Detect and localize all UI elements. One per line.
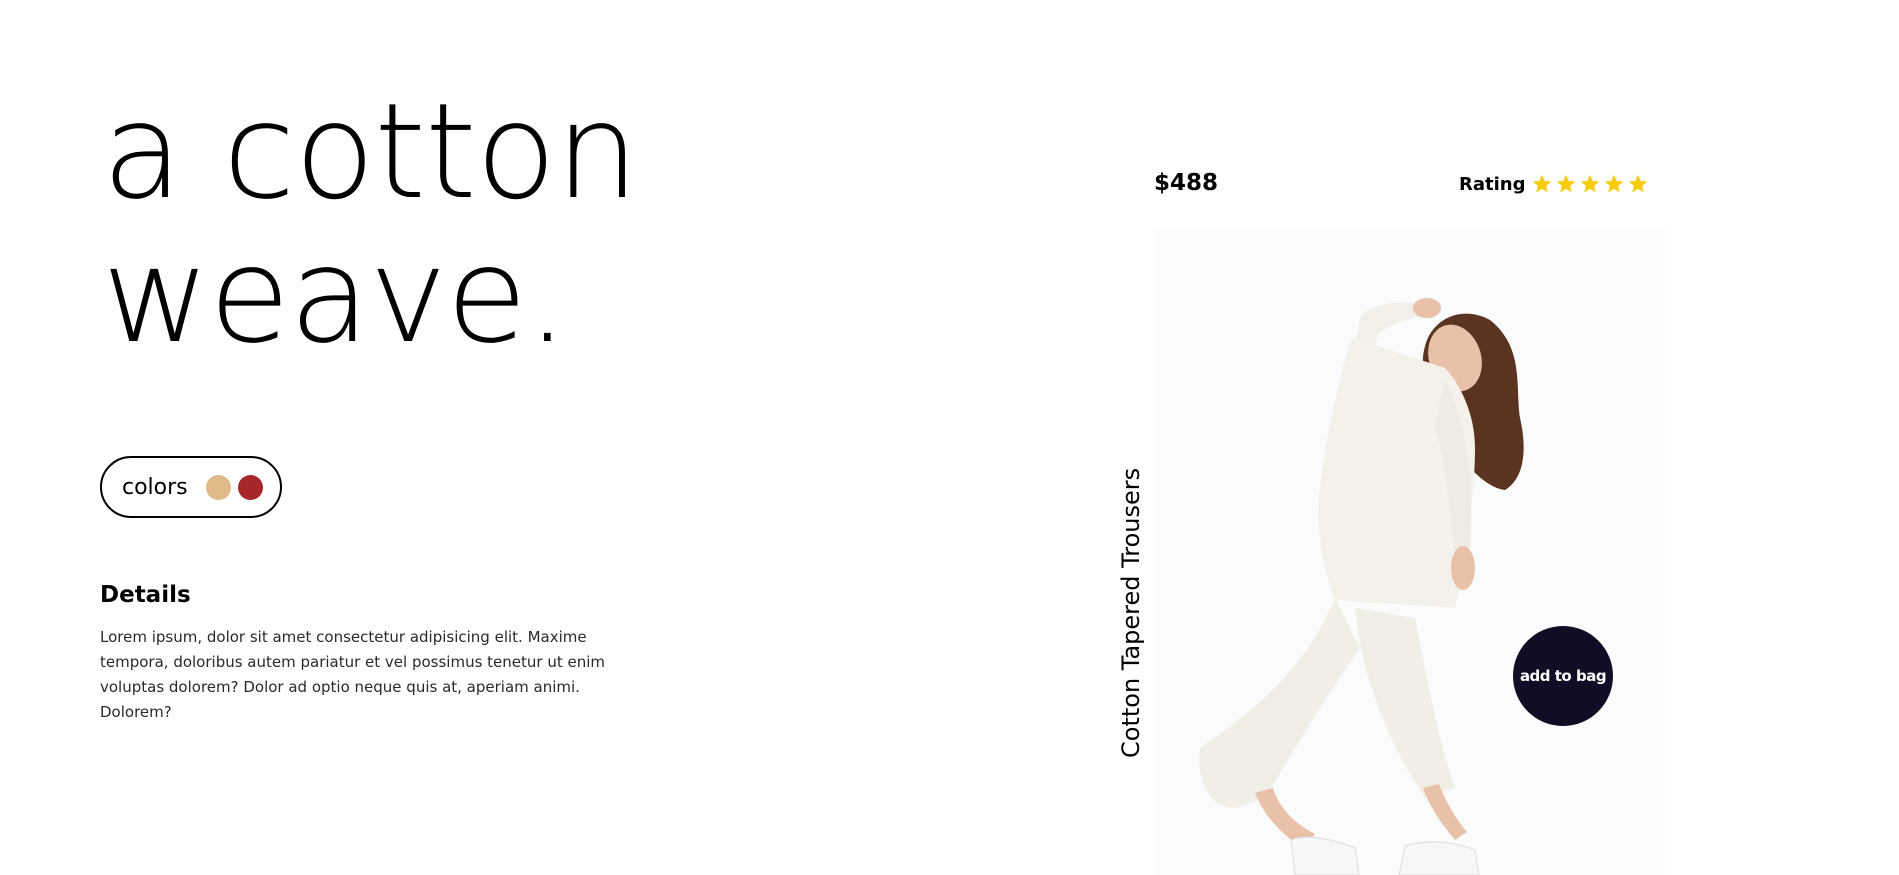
details-text: Lorem ipsum, dolor sit amet consectetur … <box>100 628 606 721</box>
model-illustration <box>1199 298 1524 875</box>
star-icon <box>1557 174 1576 193</box>
colors-selector[interactable]: colors <box>100 456 282 518</box>
details-title: Details <box>100 582 191 608</box>
product-rating: Rating <box>1459 173 1649 195</box>
add-to-bag-button[interactable]: add to bag <box>1513 626 1613 726</box>
product-image <box>1155 228 1665 875</box>
colors-label: colors <box>122 474 188 500</box>
rating-stars <box>1529 173 1649 195</box>
headline: a cotton weave. <box>102 75 639 373</box>
headline-line-1: a cotton <box>102 75 639 229</box>
star-icon <box>1533 174 1552 193</box>
headline-line-2: weave. <box>102 219 568 373</box>
rating-label: Rating <box>1459 173 1526 195</box>
star-icon <box>1629 174 1648 193</box>
product-name: Cotton Tapered Trousers <box>1117 467 1145 758</box>
color-swatch-sand[interactable] <box>205 474 231 500</box>
star-icon <box>1581 174 1600 193</box>
color-swatch-red[interactable] <box>237 474 263 500</box>
product-price: $488 <box>1154 170 1219 196</box>
star-icon <box>1605 174 1624 193</box>
